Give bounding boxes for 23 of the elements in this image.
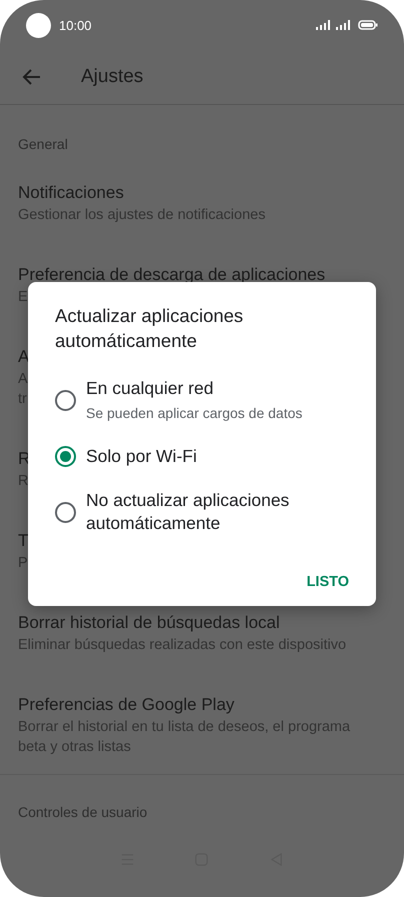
option-label[interactable]: Solo por Wi-Fi: [86, 444, 197, 468]
radio-button[interactable]: [55, 446, 76, 466]
setting-title[interactable]: Borrar historial de búsquedas local: [18, 614, 280, 632]
option-description: Se pueden aplicar cargos de datos: [86, 404, 302, 423]
setting-title[interactable]: Notificaciones: [18, 184, 124, 202]
setting-title[interactable]: A: [18, 348, 30, 366]
signal-icon: [316, 20, 330, 30]
setting-title[interactable]: Preferencia de descarga de aplicaciones: [18, 266, 326, 284]
dialog-title: Actualizar aplicaciones automáticamente: [55, 304, 244, 353]
signal-icon: [336, 20, 350, 30]
done-button[interactable]: LISTO: [306, 570, 349, 594]
setting-title[interactable]: T: [18, 532, 28, 550]
option-label[interactable]: No actualizar aplicaciones automáticamente: [86, 489, 349, 535]
setting-title[interactable]: Preferencias de Google Play: [18, 696, 234, 714]
section-header: Controles de usuario: [17, 803, 148, 822]
status-time: 10:00: [59, 18, 92, 32]
battery-icon: [358, 20, 378, 30]
screen-title: Ajustes: [81, 66, 144, 88]
radio-button[interactable]: [55, 390, 76, 410]
option-label[interactable]: En cualquier red: [86, 377, 302, 400]
camera-icon: [26, 12, 51, 38]
section-header: General: [17, 135, 69, 154]
radio-button[interactable]: [55, 502, 76, 522]
